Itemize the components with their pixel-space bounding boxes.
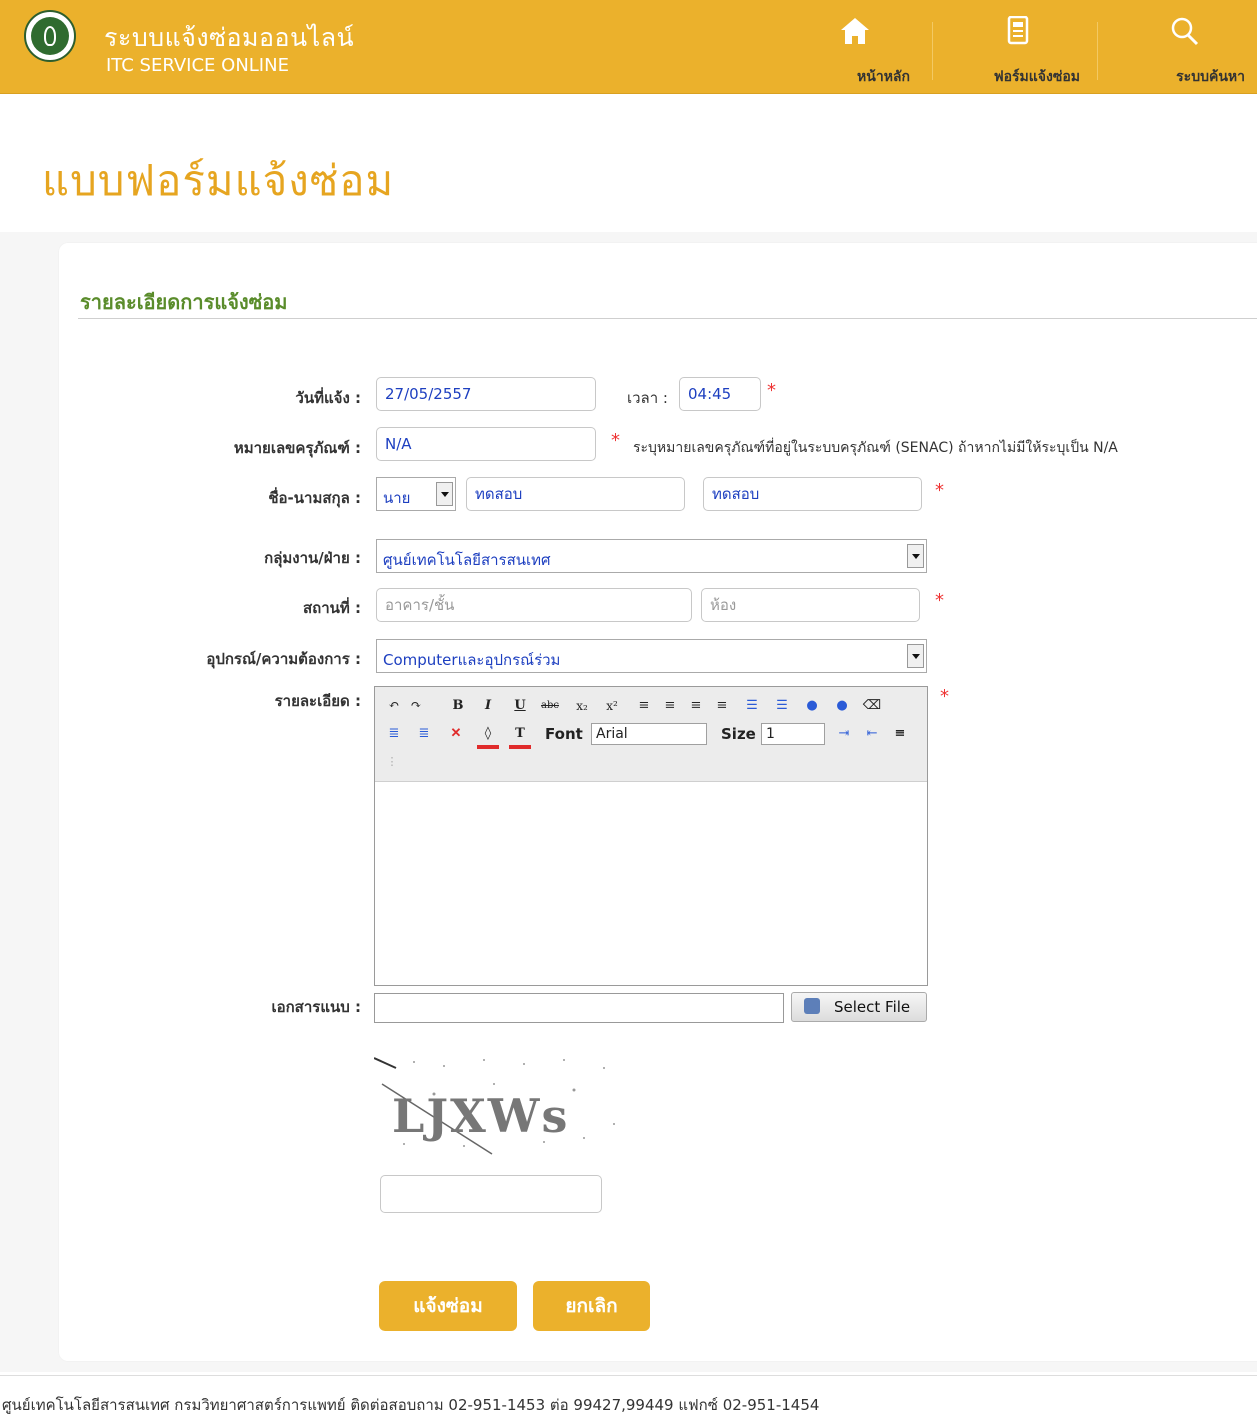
paragraph-icon[interactable]: ≣ xyxy=(383,723,405,745)
strikethrough-button[interactable]: abc xyxy=(539,695,561,717)
date-label: วันที่แจ้ง : xyxy=(295,389,361,407)
italic-button[interactable]: I xyxy=(477,695,499,717)
clear-format-icon[interactable]: ≣ xyxy=(413,723,435,745)
time-field[interactable]: 04:45 xyxy=(679,377,761,411)
redo-icon[interactable]: ↷ xyxy=(405,695,427,717)
highlight-color-icon[interactable]: ◊ xyxy=(477,723,499,749)
asset-number-field[interactable]: N/A xyxy=(376,427,596,461)
font-color-button[interactable]: T xyxy=(509,723,531,749)
home-icon xyxy=(841,18,869,44)
editor-toolbar: ↶ ↷ B I U abc x₂ x² ≡ ≡ ≡ ≡ ☰ ☰ ● ● ⌫ ≣ … xyxy=(375,687,927,782)
editor-content-area[interactable] xyxy=(375,782,927,985)
title-select-value: นาย xyxy=(383,489,411,507)
site-title-en: ITC SERVICE ONLINE xyxy=(106,55,289,76)
submit-button[interactable]: แจ้งซ่อม xyxy=(379,1281,517,1331)
cancel-button[interactable]: ยกเลิก xyxy=(533,1281,650,1331)
first-name-field[interactable]: ทดสอบ xyxy=(466,477,685,511)
rich-text-editor[interactable]: ↶ ↷ B I U abc x₂ x² ≡ ≡ ≡ ≡ ☰ ☰ ● ● ⌫ ≣ … xyxy=(374,686,928,986)
nav-repair-form[interactable]: ฟอร์มแจ้งซ่อม xyxy=(955,0,1080,92)
department-select[interactable]: ศูนย์เทคโนโลยีสารสนเทศ xyxy=(376,539,927,573)
section-divider xyxy=(78,318,1257,319)
nav-home[interactable]: หน้าหลัก xyxy=(800,0,910,92)
captcha-text: LJXWs xyxy=(392,1089,569,1143)
equipment-select-value: Computerและอุปกรณ์ร่วม xyxy=(383,651,561,669)
align-center-icon[interactable]: ≡ xyxy=(659,695,681,717)
search-icon xyxy=(1171,17,1199,46)
size-select-value: 1 xyxy=(766,726,775,742)
nav-repair-form-label: ฟอร์มแจ้งซ่อม xyxy=(993,69,1080,85)
department-logo[interactable] xyxy=(24,10,76,62)
chevron-down-icon xyxy=(907,544,924,568)
chevron-down-icon xyxy=(907,644,924,668)
room-field[interactable]: ห้อง xyxy=(701,588,920,622)
unlink-icon[interactable]: ● xyxy=(831,695,853,717)
link-icon[interactable]: ● xyxy=(801,695,823,717)
required-mark: * xyxy=(940,686,949,707)
asset-label: หมายเลขครุภัณฑ์ : xyxy=(233,439,361,457)
outdent-icon[interactable]: ⇤ xyxy=(861,723,883,745)
select-file-label: Select File xyxy=(834,998,911,1016)
time-label: เวลา : xyxy=(627,389,668,407)
section-title: รายละเอียดการแจ้งซ่อม xyxy=(80,290,288,314)
chevron-down-icon xyxy=(436,482,453,506)
detail-label: รายละเอียด : xyxy=(274,692,361,710)
captcha-input[interactable] xyxy=(380,1175,602,1213)
remove-icon[interactable]: ✕ xyxy=(445,723,467,745)
align-left-icon[interactable]: ≡ xyxy=(633,695,655,717)
attachment-label: เอกสารแนบ : xyxy=(271,998,361,1016)
nav-divider xyxy=(932,22,933,80)
select-file-button[interactable]: Select File xyxy=(791,992,927,1022)
page-title: แบบฟอร์มแจ้งซ่อม xyxy=(42,156,395,205)
font-select[interactable]: Arial xyxy=(591,723,707,745)
indent-icon[interactable]: ⇥ xyxy=(833,723,855,745)
form-icon xyxy=(1007,16,1028,45)
site-title-th: ระบบแจ้งซ่อมออนไลน์ xyxy=(104,23,355,52)
required-mark: * xyxy=(935,590,944,611)
horizontal-rule-icon[interactable]: ≡ xyxy=(889,723,911,745)
department-label: กลุ่มงาน/ฝ่าย : xyxy=(264,549,361,567)
nav-search-label: ระบบค้นหา xyxy=(1176,69,1245,85)
subscript-button[interactable]: x₂ xyxy=(571,695,593,717)
department-select-value: ศูนย์เทคโนโลยีสารสนเทศ xyxy=(383,551,551,569)
title-select[interactable]: นาย xyxy=(376,477,456,511)
underline-button[interactable]: U xyxy=(509,695,531,717)
asset-hint: ระบุหมายเลขครุภัณฑ์ที่อยู่ในระบบครุภัณฑ์… xyxy=(633,440,1118,456)
date-field[interactable]: 27/05/2557 xyxy=(376,377,596,411)
file-icon xyxy=(804,998,820,1014)
superscript-button[interactable]: x² xyxy=(601,695,623,717)
font-select-value: Arial xyxy=(596,726,628,742)
bold-button[interactable]: B xyxy=(447,695,469,717)
required-mark: * xyxy=(767,380,776,401)
ordered-list-icon[interactable]: ☰ xyxy=(741,695,763,717)
font-label: Font xyxy=(545,725,583,743)
size-select[interactable]: 1 xyxy=(761,723,825,745)
required-mark: * xyxy=(611,430,620,451)
equipment-select[interactable]: Computerและอุปกรณ์ร่วม xyxy=(376,639,927,673)
footer-text: ศูนย์เทคโนโลยีสารสนเทศ กรมวิทยาศาสตร์การ… xyxy=(2,1396,820,1414)
size-label: Size xyxy=(721,725,756,743)
nav-search[interactable]: ระบบค้นหา xyxy=(1125,0,1245,92)
location-label: สถานที่ : xyxy=(302,599,361,617)
unordered-list-icon[interactable]: ☰ xyxy=(771,695,793,717)
nav-divider xyxy=(1097,22,1098,80)
last-name-field[interactable]: ทดสอบ xyxy=(703,477,922,511)
align-right-icon[interactable]: ≡ xyxy=(685,695,707,717)
undo-icon[interactable]: ↶ xyxy=(383,695,405,717)
building-field[interactable]: อาคาร/ชั้น xyxy=(376,588,692,622)
attachment-path-field[interactable] xyxy=(374,993,784,1023)
captcha-image: LJXWs xyxy=(373,1054,630,1156)
toolbar-grip-icon[interactable]: ⋮ xyxy=(381,751,403,773)
name-label: ชื่อ-นามสกุล : xyxy=(268,489,361,507)
nav-home-label: หน้าหลัก xyxy=(857,69,910,85)
footer-divider xyxy=(0,1375,1257,1376)
equipment-label: อุปกรณ์/ความต้องการ : xyxy=(206,650,361,668)
justify-icon[interactable]: ≡ xyxy=(711,695,733,717)
eraser-icon[interactable]: ⌫ xyxy=(861,695,883,717)
required-mark: * xyxy=(935,480,944,501)
top-bar: ระบบแจ้งซ่อมออนไลน์ ITC SERVICE ONLINE ห… xyxy=(0,0,1257,94)
